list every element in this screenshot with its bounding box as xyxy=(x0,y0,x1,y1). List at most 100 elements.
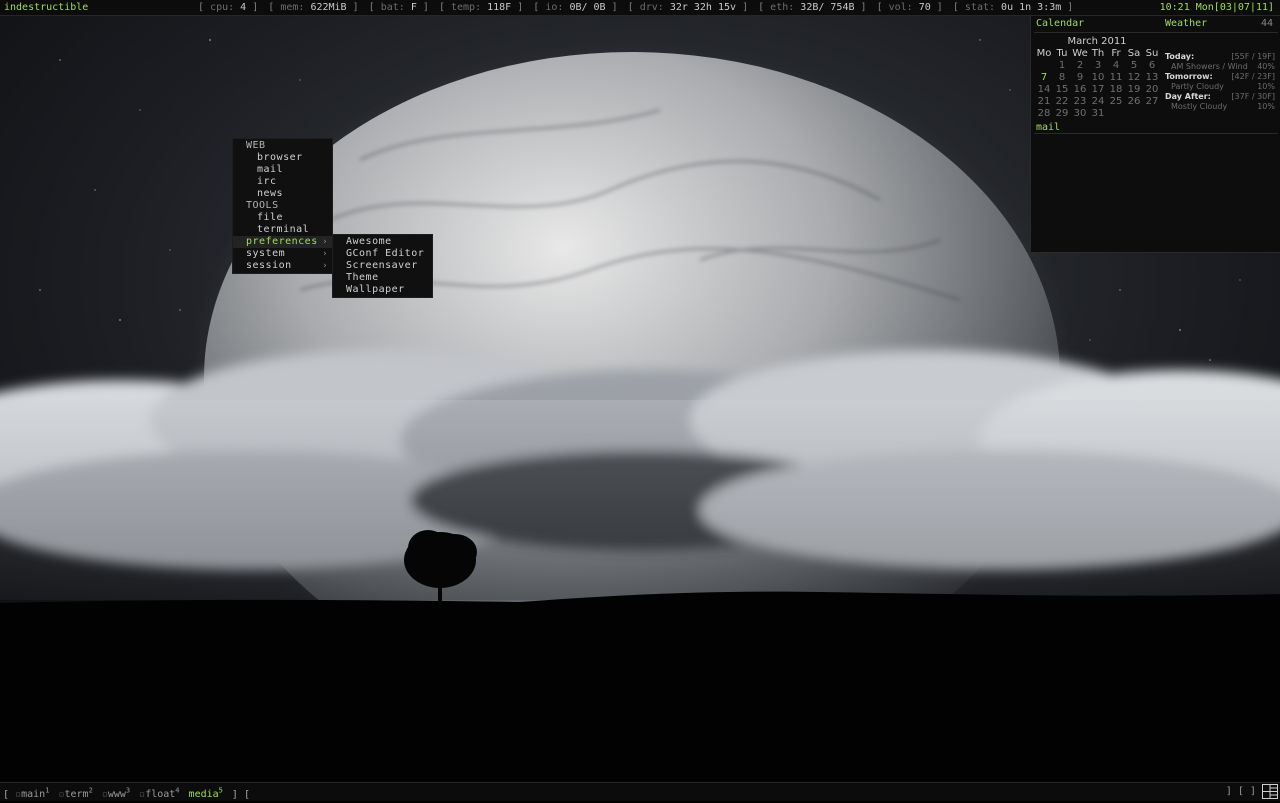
menu-header-tools: TOOLS xyxy=(246,200,279,211)
menu-item-browser[interactable]: browser xyxy=(233,152,332,164)
calendar-day[interactable]: 31 xyxy=(1089,108,1107,120)
calendar-day[interactable]: 1 xyxy=(1053,60,1071,72)
calendar-day[interactable]: 28 xyxy=(1035,108,1053,120)
clock[interactable]: 10:21 Mon[03|07|11] xyxy=(1160,0,1274,15)
calendar-day[interactable]: 17 xyxy=(1089,84,1107,96)
panel-divider xyxy=(1034,32,1278,33)
chevron-right-icon: › xyxy=(322,261,328,271)
calendar-day[interactable]: 13 xyxy=(1143,72,1161,84)
calendar-day[interactable]: 10 xyxy=(1089,72,1107,84)
top-status-bar: indestructible [ cpu: 4 ] [ mem: 622MiB … xyxy=(0,0,1280,16)
calendar-weekday: Th xyxy=(1091,48,1105,59)
stat-widget: [ stat: 0u 1n 3:3m ] xyxy=(952,2,1074,13)
calendar-day[interactable]: 27 xyxy=(1143,96,1161,108)
menu-item-preferences[interactable]: preferences › xyxy=(233,236,332,248)
menu-item-preferences-label: preferences xyxy=(246,236,318,247)
mail-widget-label[interactable]: mail xyxy=(1036,122,1060,133)
chevron-right-icon: › xyxy=(322,237,328,247)
io-widget: [ io: 0B/ 0B ] xyxy=(533,2,618,13)
calendar-day[interactable]: 7 xyxy=(1035,72,1053,84)
calendar-weekday: We xyxy=(1072,48,1088,59)
calendar-day[interactable]: 14 xyxy=(1035,84,1053,96)
menu-item-mail[interactable]: mail xyxy=(233,164,332,176)
mem-widget: [ mem: 622MiB ] xyxy=(268,2,359,13)
calendar-day[interactable]: 5 xyxy=(1125,60,1143,72)
tag-list: [ ▫main1 ▫term2 ▫www3 ▫float4 media5 ] [ xyxy=(3,783,250,803)
forecast-tomorrow-condition: Partly Cloudy 10% xyxy=(1171,82,1275,91)
calendar-month: March 2011 xyxy=(1067,36,1127,47)
chevron-right-icon: › xyxy=(322,249,328,259)
calendar-day[interactable]: 12 xyxy=(1125,72,1143,84)
calendar-weekday: Su xyxy=(1145,48,1159,59)
calendar-day[interactable]: 9 xyxy=(1071,72,1089,84)
calendar-day[interactable]: 4 xyxy=(1107,60,1125,72)
calendar-day[interactable]: 6 xyxy=(1143,60,1161,72)
menu-item-system-label: system xyxy=(246,248,286,259)
calendar-widget[interactable]: March 2011 Mo Tu We Th Fr Sa Su 12345678… xyxy=(1035,36,1159,120)
calendar-day[interactable]: 21 xyxy=(1035,96,1053,108)
drive-widget: [ drv: 32r 32h 15v ] xyxy=(627,2,749,13)
volume-widget[interactable]: [ vol: 70 ] xyxy=(877,2,943,13)
system-status-widgets: [ cpu: 4 ] [ mem: 622MiB ] [ bat: F ] [ … xyxy=(198,0,1077,15)
forecast-day-after-condition: Mostly Cloudy 10% xyxy=(1171,102,1275,111)
forecast-tomorrow: Tomorrow: [42F / 23F] xyxy=(1165,72,1275,81)
tag-media[interactable]: media5 xyxy=(189,787,223,800)
menu-item-session-label: session xyxy=(246,260,292,271)
menu-item-news[interactable]: news xyxy=(233,188,332,200)
calendar-day[interactable]: 25 xyxy=(1107,96,1125,108)
calendar-weekday: Tu xyxy=(1056,48,1068,59)
forecast-today: Today: [55F / 19F] xyxy=(1165,52,1275,61)
submenu-item-gconf-editor[interactable]: GConf Editor xyxy=(333,248,432,260)
menu-item-terminal[interactable]: terminal xyxy=(233,224,332,236)
temp-widget: [ temp: 118F ] xyxy=(438,2,524,13)
taglist-close-bracket: ] [ xyxy=(231,789,250,801)
hostname-label: indestructible xyxy=(4,2,89,13)
calendar-day[interactable]: 11 xyxy=(1107,72,1125,84)
submenu-item-wallpaper[interactable]: Wallpaper xyxy=(333,284,432,296)
tag-term[interactable]: ▫term2 xyxy=(58,787,92,800)
submenu-item-theme[interactable]: Theme xyxy=(333,272,432,284)
tag-main[interactable]: ▫main1 xyxy=(15,787,49,800)
tag-www[interactable]: ▫www3 xyxy=(102,787,130,800)
weather-title: Weather xyxy=(1165,18,1208,29)
calendar-day[interactable]: 24 xyxy=(1089,96,1107,108)
calendar-day[interactable]: 22 xyxy=(1053,96,1071,108)
menu-header-web: WEB xyxy=(246,140,266,151)
calendar-day[interactable]: 23 xyxy=(1071,96,1089,108)
taglist-open-bracket: [ xyxy=(3,789,10,801)
calendar-title: Calendar xyxy=(1036,18,1085,29)
menu-item-system[interactable]: system › xyxy=(233,248,332,260)
menu-item-irc[interactable]: irc xyxy=(233,176,332,188)
calendar-day[interactable]: 2 xyxy=(1071,60,1089,72)
calendar-grid: Mo Tu We Th Fr Sa Su 1 2 3 4 5 6 7 8 9 10 11 12 13 14… xyxy=(1035,48,1159,120)
calendar-day[interactable]: 26 xyxy=(1125,96,1143,108)
forecast-day-after: Day After: [37F / 30F] xyxy=(1165,92,1275,101)
calendar-blank-cell xyxy=(1035,60,1053,72)
tile-layout-icon[interactable] xyxy=(1262,784,1278,799)
weather-current-temp: 44 xyxy=(1260,18,1273,29)
network-widget: [ eth: 32B/ 754B ] xyxy=(758,2,867,13)
tag-float[interactable]: ▫float4 xyxy=(139,787,179,800)
preferences-submenu: Awesome GConf Editor Screensaver Theme W… xyxy=(332,234,433,298)
calendar-day[interactable]: 20 xyxy=(1143,84,1161,96)
menu-item-session[interactable]: session › xyxy=(233,260,332,272)
forecast-today-condition: AM Showers / Wind 40% xyxy=(1171,62,1275,71)
submenu-item-awesome[interactable]: Awesome xyxy=(333,236,432,248)
calendar-weekday: Mo xyxy=(1036,48,1052,59)
calendar-day[interactable]: 3 xyxy=(1089,60,1107,72)
calendar-day[interactable]: 18 xyxy=(1107,84,1125,96)
calendar-day[interactable]: 8 xyxy=(1053,72,1071,84)
calendar-day[interactable]: 16 xyxy=(1071,84,1089,96)
calendar-day[interactable]: 15 xyxy=(1053,84,1071,96)
battery-widget: [ bat: F ] xyxy=(368,2,429,13)
submenu-item-screensaver[interactable]: Screensaver xyxy=(333,260,432,272)
cpu-widget: [ cpu: 4 ] xyxy=(198,2,259,13)
calendar-weekday: Sa xyxy=(1127,48,1141,59)
calendar-weather-panel: Calendar Weather 44 March 2011 Mo Tu We … xyxy=(1030,16,1280,253)
menu-item-file[interactable]: file xyxy=(233,212,332,224)
calendar-day[interactable]: 30 xyxy=(1071,108,1089,120)
calendar-day[interactable]: 29 xyxy=(1053,108,1071,120)
calendar-day[interactable]: 19 xyxy=(1125,84,1143,96)
launcher-menu: WEB browser mail irc news TOOLS file ter… xyxy=(232,138,333,274)
systray-area: ] [ ] xyxy=(1225,786,1256,797)
